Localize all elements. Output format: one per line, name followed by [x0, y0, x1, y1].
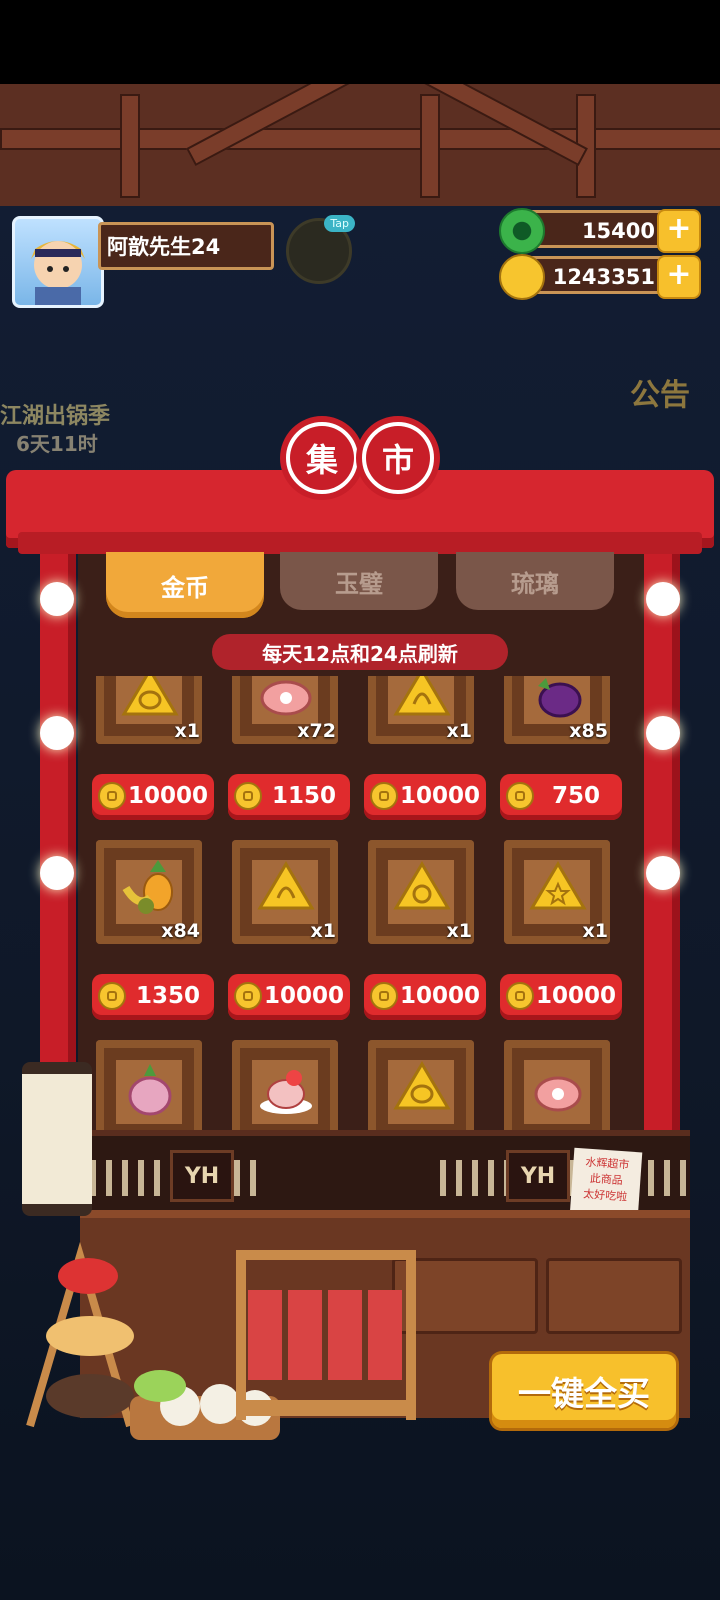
coin-icon — [506, 982, 534, 1010]
coin-icon — [370, 782, 398, 810]
coin-icon — [98, 982, 126, 1010]
price-amount: 10000 — [128, 783, 209, 809]
shop-item[interactable] — [500, 1040, 610, 1136]
gold-star-token-icon — [529, 861, 587, 910]
eggplant-icon — [538, 678, 582, 718]
market-sign: 集 — [280, 416, 364, 500]
jade-counter: 15400 + — [499, 208, 701, 254]
tab-jade[interactable]: 玉璧 — [280, 552, 438, 610]
coin-counter: 1243351 + — [499, 254, 701, 300]
coin-icon — [506, 782, 534, 810]
shop-sign: YH — [506, 1150, 570, 1202]
chicken-dish-icon — [260, 1070, 312, 1114]
gold-spiral-token-icon — [257, 861, 315, 910]
shop-item[interactable] — [364, 1040, 474, 1136]
gold-spiral-token-icon — [393, 676, 451, 716]
price-button[interactable]: 10000 — [500, 974, 622, 1020]
price-button[interactable]: 10000 — [92, 774, 214, 820]
status-bar — [0, 0, 720, 84]
notice-button[interactable]: 公告 — [630, 370, 690, 414]
coin-icon — [98, 782, 126, 810]
gold-shell-token-icon — [393, 861, 451, 910]
shop-item[interactable]: x1 — [92, 676, 202, 756]
lamp — [40, 716, 74, 750]
onion-icon — [128, 1064, 172, 1116]
shop-item[interactable]: x1 — [228, 840, 338, 956]
shop-item[interactable] — [92, 1040, 202, 1136]
meat-icon — [260, 680, 312, 716]
item-qty: x85 — [569, 720, 608, 742]
price-amount: 1350 — [135, 983, 200, 1009]
fruit-basket-icon — [122, 860, 173, 914]
event-timer: 6天11时 — [16, 432, 98, 456]
lamp — [646, 716, 680, 750]
market-sign: 市 — [356, 416, 440, 500]
market-title-char: 市 — [366, 426, 430, 490]
lamp — [40, 856, 74, 890]
market-title-char: 集 — [290, 426, 354, 490]
coin-icon — [234, 782, 262, 810]
price-button[interactable]: 750 — [500, 774, 622, 820]
item-qty: x72 — [297, 720, 336, 742]
tap-hint: Tap — [324, 215, 355, 232]
shop-item[interactable]: x1 — [364, 676, 474, 756]
shop-item[interactable]: x85 — [500, 676, 610, 756]
item-qty: x1 — [582, 920, 608, 942]
coin-icon — [234, 982, 262, 1010]
lamp — [646, 582, 680, 616]
add-coin-button[interactable]: + — [657, 255, 701, 299]
bacon-rack-icon — [236, 1250, 416, 1420]
roof-beam — [18, 532, 702, 554]
buy-all-button[interactable]: 一键全买 — [492, 1354, 676, 1428]
item-qty: x1 — [446, 920, 472, 942]
price-amount: 10000 — [400, 783, 481, 809]
player-avatar[interactable] — [12, 216, 104, 308]
coin-icon — [499, 254, 545, 300]
price-amount: 10000 — [264, 983, 345, 1009]
shop-item[interactable]: x84 — [92, 840, 202, 956]
item-grid: x1 x72 x1 x85 10000 1150 10000 750 x84 x… — [92, 676, 632, 1136]
jade-icon — [499, 208, 545, 254]
coin-icon — [370, 982, 398, 1010]
price-button[interactable]: 1350 — [92, 974, 214, 1020]
shop-item[interactable] — [228, 1040, 338, 1136]
shop-item[interactable]: x72 — [228, 676, 338, 756]
price-button[interactable]: 1150 — [228, 774, 350, 820]
price-button[interactable]: 10000 — [364, 774, 486, 820]
gold-fish-token-icon — [121, 676, 179, 716]
note-line: 太好吃啦 — [582, 1187, 628, 1204]
lamp — [40, 582, 74, 616]
item-qty: x84 — [161, 920, 200, 942]
paper-scroll — [22, 1062, 92, 1216]
tab-glaze[interactable]: 琉璃 — [456, 552, 614, 610]
add-jade-button[interactable]: + — [657, 209, 701, 253]
item-qty: x1 — [310, 920, 336, 942]
price-button[interactable]: 10000 — [228, 974, 350, 1020]
price-amount: 1150 — [271, 783, 336, 809]
refresh-note: 每天12点和24点刷新 — [212, 634, 508, 670]
price-amount: 10000 — [536, 983, 617, 1009]
gold-fish-token-icon — [393, 1061, 451, 1110]
tab-gold[interactable]: 金币 — [106, 552, 264, 618]
player-name: 阿歆先生24 — [98, 222, 274, 270]
event-title[interactable]: 江湖出锅季 — [0, 398, 110, 430]
item-qty: x1 — [446, 720, 472, 742]
price-amount: 10000 — [400, 983, 481, 1009]
wooden-rafters — [0, 84, 720, 212]
item-qty: x1 — [174, 720, 200, 742]
ham-icon — [534, 1076, 582, 1112]
lamp — [646, 856, 680, 890]
shop-sign: YH — [170, 1150, 234, 1202]
shop-item[interactable]: x1 — [500, 840, 610, 956]
jade-value: 15400 — [581, 219, 655, 243]
tap-bubble[interactable]: Tap — [286, 215, 355, 284]
price-button[interactable]: 10000 — [364, 974, 486, 1020]
price-amount: 750 — [551, 783, 600, 809]
coin-value: 1243351 — [552, 265, 655, 289]
shop-item[interactable]: x1 — [364, 840, 474, 956]
